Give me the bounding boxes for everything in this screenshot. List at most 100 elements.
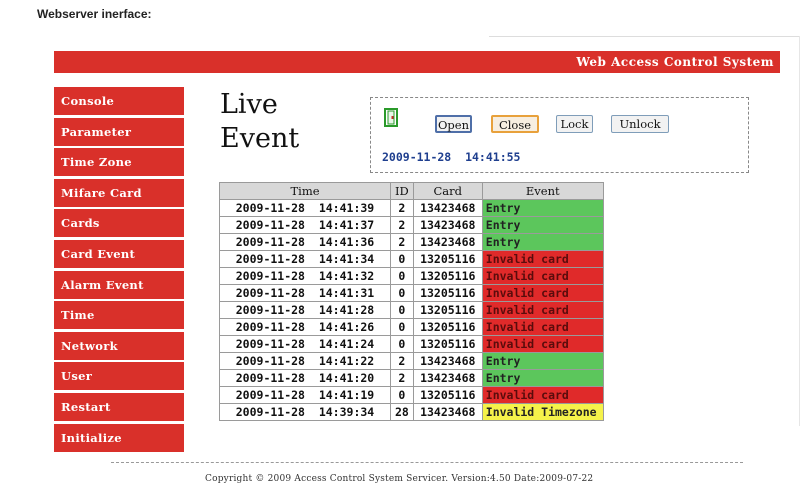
page-heading-line1: Live: [220, 89, 278, 120]
cell-event: Invalid card: [481, 301, 604, 319]
col-card-header: Card: [412, 182, 483, 200]
cell-event: Invalid card: [481, 386, 604, 404]
cell-time: 2009-11-28 14:41:22: [219, 352, 391, 370]
current-datetime: 2009-11-28 14:41:55: [382, 150, 521, 164]
cell-time: 2009-11-28 14:41:28: [219, 301, 391, 319]
table-row: 2009-11-28 14:41:39 2 13423468 Entry: [219, 199, 604, 217]
table-row: 2009-11-28 14:41:22 2 13423468 Entry: [219, 352, 604, 370]
cell-time: 2009-11-28 14:41:36: [219, 233, 391, 251]
footer-divider: [111, 462, 743, 463]
copyright-text: Copyright © 2009 Access Control System S…: [205, 474, 594, 484]
table-row: 2009-11-28 14:41:31 0 13205116 Invalid card: [219, 284, 604, 302]
nav-restart[interactable]: Restart: [54, 392, 184, 421]
table-row: 2009-11-28 14:41:26 0 13205116 Invalid card: [219, 318, 604, 336]
cell-id: 28: [390, 403, 414, 421]
cell-id: 2: [390, 369, 414, 387]
cell-time: 2009-11-28 14:41:26: [219, 318, 391, 336]
cell-event: Invalid card: [481, 250, 604, 268]
door-control-panel: Open Close Lock Unlock 2009-11-28 14:41:…: [370, 97, 749, 173]
cell-card: 13205116: [412, 335, 483, 353]
cell-time: 2009-11-28 14:41:31: [219, 284, 391, 302]
table-row: 2009-11-28 14:41:37 2 13423468 Entry: [219, 216, 604, 234]
cell-card: 13205116: [412, 284, 483, 302]
nav-user[interactable]: User: [54, 362, 184, 391]
cell-id: 2: [390, 233, 414, 251]
page-heading-line2: Event: [220, 123, 300, 154]
cell-id: 0: [390, 318, 414, 336]
cell-card: 13423468: [412, 352, 483, 370]
frame-border-top: [489, 36, 800, 37]
col-event-header: Event: [481, 182, 604, 200]
cell-time: 2009-11-28 14:41:19: [219, 386, 391, 404]
cell-card: 13423468: [412, 233, 483, 251]
unlock-button[interactable]: Unlock: [611, 115, 669, 133]
nav-mifare-card[interactable]: Mifare Card: [54, 178, 184, 207]
cell-id: 2: [390, 216, 414, 234]
cell-event: Invalid card: [481, 318, 604, 336]
cell-id: 0: [390, 301, 414, 319]
nav-time[interactable]: Time: [54, 301, 184, 330]
cell-id: 0: [390, 250, 414, 268]
cell-id: 2: [390, 352, 414, 370]
cell-time: 2009-11-28 14:41:34: [219, 250, 391, 268]
lock-button[interactable]: Lock: [556, 115, 593, 133]
app-title: Web Access Control System: [576, 55, 774, 69]
col-time-header: Time: [219, 182, 391, 200]
cell-card: 13423468: [412, 199, 483, 217]
nav-time-zone[interactable]: Time Zone: [54, 148, 184, 177]
cell-id: 2: [390, 199, 414, 217]
door-icon: [384, 108, 398, 127]
cell-card: 13205116: [412, 250, 483, 268]
table-header-row: Time ID Card Event: [219, 182, 604, 200]
nav-console[interactable]: Console: [54, 87, 184, 115]
cell-event: Invalid Timezone: [481, 403, 604, 421]
cell-event: Invalid card: [481, 284, 604, 302]
cell-time: 2009-11-28 14:41:20: [219, 369, 391, 387]
cell-card: 13205116: [412, 301, 483, 319]
cell-event: Entry: [481, 369, 604, 387]
table-row: 2009-11-28 14:41:32 0 13205116 Invalid card: [219, 267, 604, 285]
table-row: 2009-11-28 14:39:34 28 13423468 Invalid Tim…: [219, 403, 604, 421]
cell-id: 0: [390, 335, 414, 353]
table-row: 2009-11-28 14:41:19 0 13205116 Invalid card: [219, 386, 604, 404]
nav-parameter[interactable]: Parameter: [54, 117, 184, 146]
nav-alarm-event[interactable]: Alarm Event: [54, 270, 184, 299]
col-id-header: ID: [390, 182, 414, 200]
event-table-body: 2009-11-28 14:41:39 2 13423468 Entry 2009-11…: [219, 199, 604, 421]
cell-time: 2009-11-28 14:39:34: [219, 403, 391, 421]
cell-event: Entry: [481, 352, 604, 370]
nav-initialize[interactable]: Initialize: [54, 423, 184, 452]
frame-border-right: [799, 36, 800, 426]
cell-card: 13205116: [412, 386, 483, 404]
table-row: 2009-11-28 14:41:34 0 13205116 Invalid card: [219, 250, 604, 268]
table-row: 2009-11-28 14:41:36 2 13423468 Entry: [219, 233, 604, 251]
event-table: Time ID Card Event 2009-11-28 14:41:39 2 1…: [219, 182, 604, 421]
cell-time: 2009-11-28 14:41:24: [219, 335, 391, 353]
table-row: 2009-11-28 14:41:24 0 13205116 Invalid card: [219, 335, 604, 353]
close-button[interactable]: Close: [491, 115, 539, 133]
cell-time: 2009-11-28 14:41:39: [219, 199, 391, 217]
cell-card: 13423468: [412, 403, 483, 421]
cell-card: 13205116: [412, 318, 483, 336]
cell-id: 0: [390, 267, 414, 285]
cell-event: Entry: [481, 216, 604, 234]
page-caption: Webserver inerface:: [37, 7, 152, 21]
cell-event: Invalid card: [481, 267, 604, 285]
cell-card: 13423468: [412, 216, 483, 234]
nav-cards[interactable]: Cards: [54, 209, 184, 238]
sidebar-nav: Console Parameter Time Zone Mifare Card …: [54, 87, 184, 454]
cell-event: Invalid card: [481, 335, 604, 353]
cell-card: 13205116: [412, 267, 483, 285]
open-button[interactable]: Open: [435, 115, 472, 133]
cell-event: Entry: [481, 199, 604, 217]
app-title-bar: Web Access Control System: [54, 51, 780, 73]
cell-time: 2009-11-28 14:41:37: [219, 216, 391, 234]
nav-network[interactable]: Network: [54, 331, 184, 360]
cell-event: Entry: [481, 233, 604, 251]
nav-card-event[interactable]: Card Event: [54, 239, 184, 268]
cell-card: 13423468: [412, 369, 483, 387]
cell-time: 2009-11-28 14:41:32: [219, 267, 391, 285]
cell-id: 0: [390, 284, 414, 302]
table-row: 2009-11-28 14:41:28 0 13205116 Invalid card: [219, 301, 604, 319]
table-row: 2009-11-28 14:41:20 2 13423468 Entry: [219, 369, 604, 387]
